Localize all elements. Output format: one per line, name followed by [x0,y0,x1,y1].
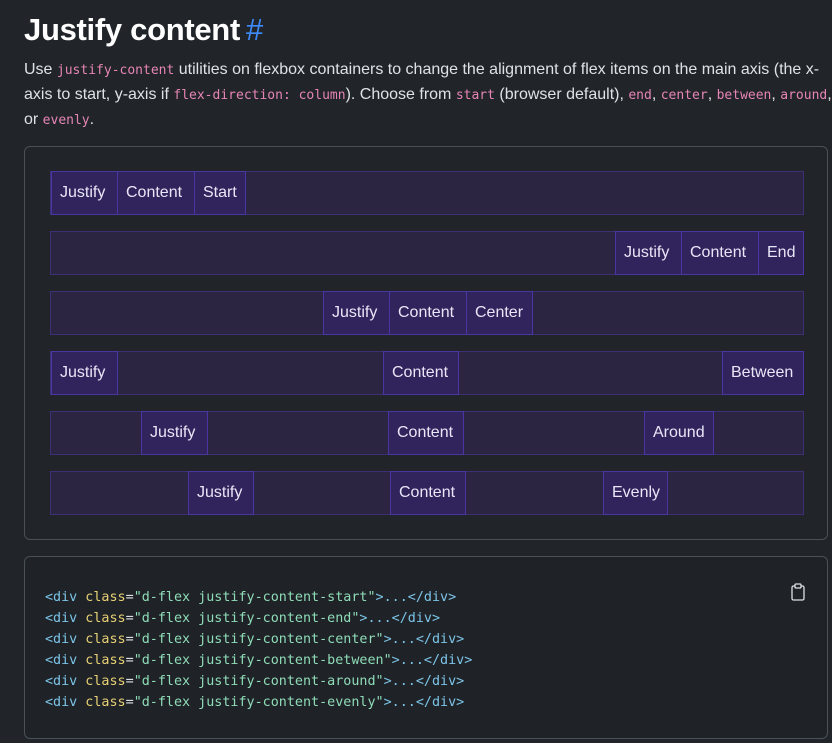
code-attr: class [77,611,126,626]
flex-row-between: Justify Content Between [50,351,804,395]
code-tag: <div [45,611,78,626]
lead-text: ). Choose from [345,86,456,103]
code-attr: class [77,695,126,710]
code-tag: </div> [391,611,441,626]
flex-item: Evenly [603,471,668,515]
code-tag: <div [45,653,78,668]
flex-item: Justify [615,231,682,275]
lead-text: , [651,86,661,103]
flex-item: Center [466,291,533,335]
heading-anchor-link[interactable]: # [246,12,263,47]
inline-code: justify-content [56,63,175,78]
code-snippet: <div class="d-flex justify-content-start… [24,556,828,739]
code-content: >... [383,674,416,689]
code-string: "d-flex justify-content-around" [133,674,384,689]
code-tag: </div> [415,695,465,710]
code-line: <div class="d-flex justify-content-evenl… [45,695,464,710]
code-eq: = [125,695,134,710]
inline-code: start [455,88,495,103]
flex-item: Justify [141,411,208,455]
code-eq: = [125,653,134,668]
page: Justify content # Use justify-content uti… [0,0,832,743]
flex-row-around: Justify Content Around [50,411,804,455]
code-tag: <div [45,632,78,647]
lead-text: (browser default), [494,86,629,103]
flex-item: Content [681,231,759,275]
code-string: "d-flex justify-content-center" [133,632,384,647]
clipboard-icon[interactable] [791,583,805,601]
flex-item: Content [117,171,195,215]
code-block: <div class="d-flex justify-content-start… [45,587,472,713]
section-title: Justify content [24,12,240,47]
code-line: <div class="d-flex justify-content-end">… [45,611,440,626]
code-eq: = [125,611,134,626]
flex-row-start: Justify Content Start [50,171,804,215]
code-content: >... [375,590,408,605]
code-line: <div class="d-flex justify-content-start… [45,590,456,605]
lead-text: Use [24,61,57,78]
code-eq: = [125,632,134,647]
flex-item: Justify [51,171,118,215]
code-tag: </div> [415,674,465,689]
example-preview: Justify Content Start Justify Content En… [24,146,828,540]
code-content: >... [383,632,416,647]
code-content: >... [359,611,392,626]
code-line: <div class="d-flex justify-content-cente… [45,632,464,647]
code-tag: </div> [407,590,457,605]
flex-item: Content [390,471,466,515]
code-content: >... [383,695,416,710]
flex-item: Justify [188,471,254,515]
code-attr: class [77,653,126,668]
code-string: "d-flex justify-content-end" [133,611,360,626]
flex-item: End [758,231,804,275]
lead-text: , [707,86,717,103]
flex-row-end: Justify Content End [50,231,804,275]
flex-item: Justify [51,351,118,395]
code-tag: <div [45,695,78,710]
code-string: "d-flex justify-content-start" [133,590,376,605]
code-attr: class [77,674,126,689]
flex-item: Start [194,171,246,215]
flex-item: Content [389,291,467,335]
flex-row-evenly: Justify Content Evenly [50,471,804,515]
code-tag: </div> [423,653,473,668]
section-heading: Justify content # [24,12,263,48]
inline-code: flex-direction: column [173,88,346,103]
lead-paragraph: Use justify-content utilities on flexbox… [24,58,832,133]
flex-item: Content [383,351,459,395]
flex-item: Around [644,411,714,455]
code-tag: </div> [415,632,465,647]
flex-row-center: Justify Content Center [50,291,804,335]
inline-code: end [628,88,652,103]
code-string: "d-flex justify-content-between" [133,653,392,668]
flex-item: Content [388,411,464,455]
lead-text: , [771,86,781,103]
inline-code: around [780,88,828,103]
inline-code: between [716,88,772,103]
inline-code: center [660,88,708,103]
lead-text: . [89,111,95,128]
flex-item: Justify [323,291,390,335]
code-string: "d-flex justify-content-evenly" [133,695,384,710]
flex-item: Between [722,351,804,395]
code-content: >... [391,653,424,668]
code-line: <div class="d-flex justify-content-betwe… [45,653,472,668]
code-tag: <div [45,590,78,605]
code-attr: class [77,632,126,647]
code-eq: = [125,674,134,689]
code-eq: = [125,590,134,605]
code-attr: class [77,590,126,605]
inline-code: evenly [42,113,90,128]
code-line: <div class="d-flex justify-content-aroun… [45,674,464,689]
code-tag: <div [45,674,78,689]
